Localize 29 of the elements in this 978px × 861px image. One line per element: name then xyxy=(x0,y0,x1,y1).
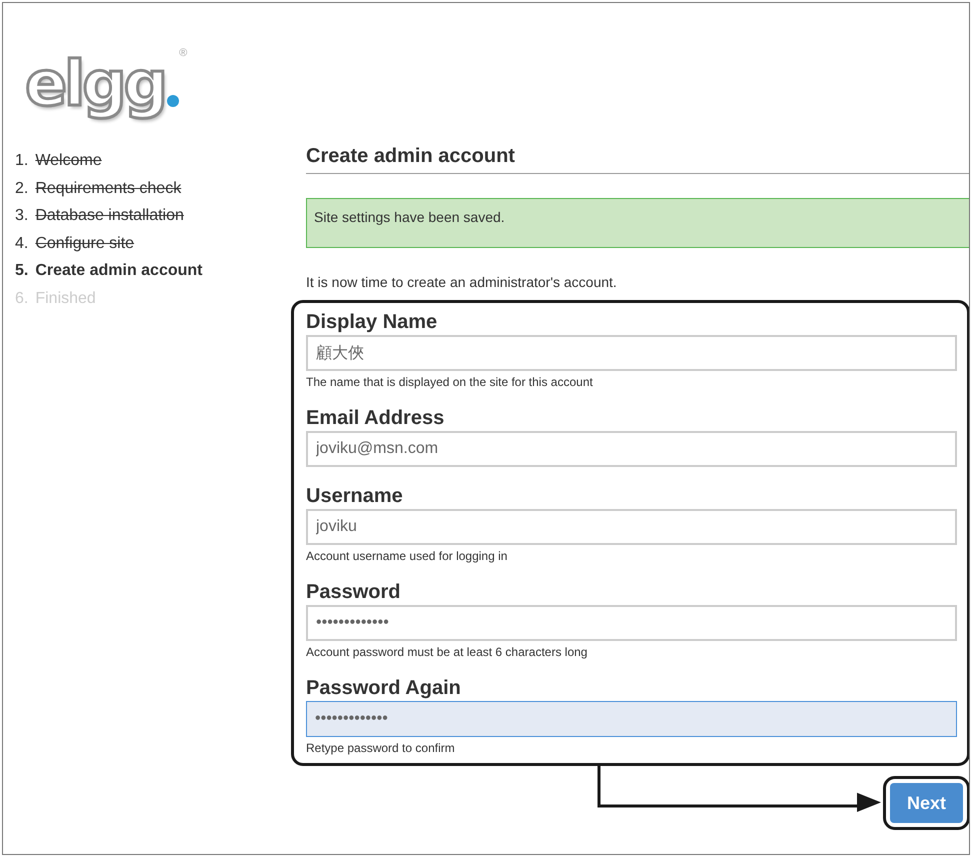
field-hint: Account password must be at least 6 characters long xyxy=(306,645,588,659)
step-number: 1. xyxy=(15,151,28,170)
step-number: 5. xyxy=(15,261,28,280)
field-label: Email Address xyxy=(306,407,446,430)
next-button[interactable]: Next xyxy=(890,783,964,823)
page-title: Create admin account xyxy=(306,145,969,174)
logo-dot-icon xyxy=(167,95,180,107)
step-number: 4. xyxy=(15,234,28,253)
step-label: Configure site xyxy=(35,234,134,253)
field-hint: Account username used for logging in xyxy=(306,549,508,563)
step-label: Create admin account xyxy=(35,261,202,280)
step-label: Database installation xyxy=(35,206,184,226)
field-label: Username xyxy=(306,485,404,508)
field-hint: Retype password to confirm xyxy=(306,741,456,755)
input-field[interactable]: ••••••••••••• xyxy=(306,605,958,641)
registered-mark: ® xyxy=(179,47,188,59)
step-number: 2. xyxy=(15,178,28,198)
field-label: Display Name xyxy=(306,311,438,334)
step-label: Welcome xyxy=(35,151,102,170)
logo: elgg xyxy=(21,44,172,129)
step-label: Requirements check xyxy=(35,178,182,198)
input-field[interactable]: ••••••••••••• xyxy=(306,701,958,737)
field-label: Password Again xyxy=(306,677,462,700)
field-hint: The name that is displayed on the site for this account xyxy=(306,375,594,389)
step-number: 3. xyxy=(15,206,28,226)
field-label: Password xyxy=(306,581,402,604)
input-field[interactable]: 顧大俠 xyxy=(306,335,958,371)
intro-text: It is now time to create an administrator's account. xyxy=(306,274,618,290)
success-message: Site settings have been saved. xyxy=(306,198,969,248)
